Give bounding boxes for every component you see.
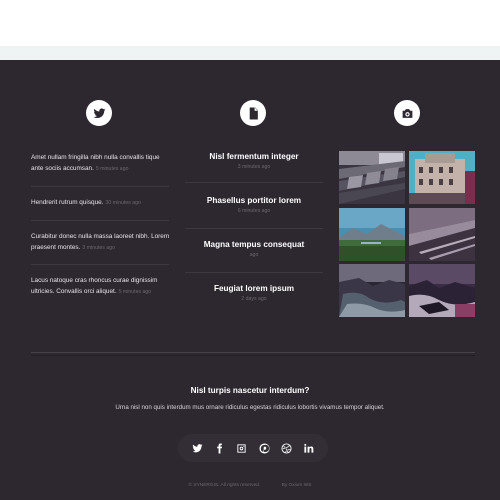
section-separator-strip [0,46,500,60]
credit-link[interactable]: By Oxium WS [282,483,312,488]
tweet-item: Curabitur donec nulla massa laoreet nibh… [31,231,171,254]
tweet-text: Hendrerit rutrum quisque. [31,199,104,206]
divider [185,228,323,229]
facebook-icon[interactable] [213,442,225,454]
post-item[interactable]: Phasellus portitor lorem 6 minutes ago [185,195,323,216]
footer-divider [31,352,475,356]
tweet-time: 30 minutes ago [105,200,141,206]
tweet-item: Hendrerit rutrum quisque. 30 minutes ago [31,197,171,209]
photo-thumbnail-paris-building[interactable] [409,151,475,204]
divider [31,264,169,265]
post-time: 6 minutes ago [237,208,271,214]
photo-thumbnail-misty-rocks[interactable] [409,264,475,317]
tweet-time: 5 minutes ago [118,289,152,295]
photo-thumbnail-mountain-landscape[interactable] [339,208,405,261]
tweet-item: Amet nullam fringilla nibh nulla convall… [31,152,171,175]
twitter-icon [86,100,112,126]
camera-icon [394,100,420,126]
post-time: ago [249,252,259,258]
twitter-icon[interactable] [191,442,203,454]
document-icon [240,100,266,126]
copyright-text: © SYNERGIS. All rights reserved. [188,483,261,488]
photo-thumbnail-train-seats[interactable] [339,151,405,204]
tweet-item: Lacus natoque cras rhoncus curae digniss… [31,275,171,298]
divider [185,182,323,183]
pinterest-icon[interactable] [258,442,270,454]
instagram-icon[interactable] [236,442,248,454]
post-title[interactable]: Feugiat lorem ipsum [185,283,323,294]
post-title[interactable]: Magna tempus consequat [185,239,323,250]
photo-thumbnail-station-platform[interactable] [409,208,475,261]
divider [31,220,169,221]
post-time: 2 days ago [241,296,267,302]
post-item[interactable]: Nisl fermentum integer 3 minutes ago [185,151,323,172]
photo-thumbnail-coastal-cliffs[interactable] [339,264,405,317]
post-item[interactable]: Feugiat lorem ipsum 2 days ago [185,283,323,304]
tweet-time: 5 minutes ago [95,166,129,172]
cta-text: Urna nisl non quis interdum mus ornare r… [115,404,385,411]
social-links-bar [178,434,328,462]
post-title[interactable]: Phasellus portitor lorem [185,195,323,206]
linkedin-icon[interactable] [303,442,315,454]
page-content-area [0,0,500,46]
cta-title: Nisl turpis nascetur interdum? [190,386,310,395]
dribbble-icon[interactable] [280,442,292,454]
divider [185,272,323,273]
divider [31,186,169,187]
post-title[interactable]: Nisl fermentum integer [185,151,323,162]
post-time: 3 minutes ago [237,164,271,170]
tweet-time: 3 minutes ago [82,245,115,251]
post-item[interactable]: Magna tempus consequat ago [185,239,323,260]
copyright-line: © SYNERGIS. All rights reserved. By Oxiu… [0,483,500,488]
